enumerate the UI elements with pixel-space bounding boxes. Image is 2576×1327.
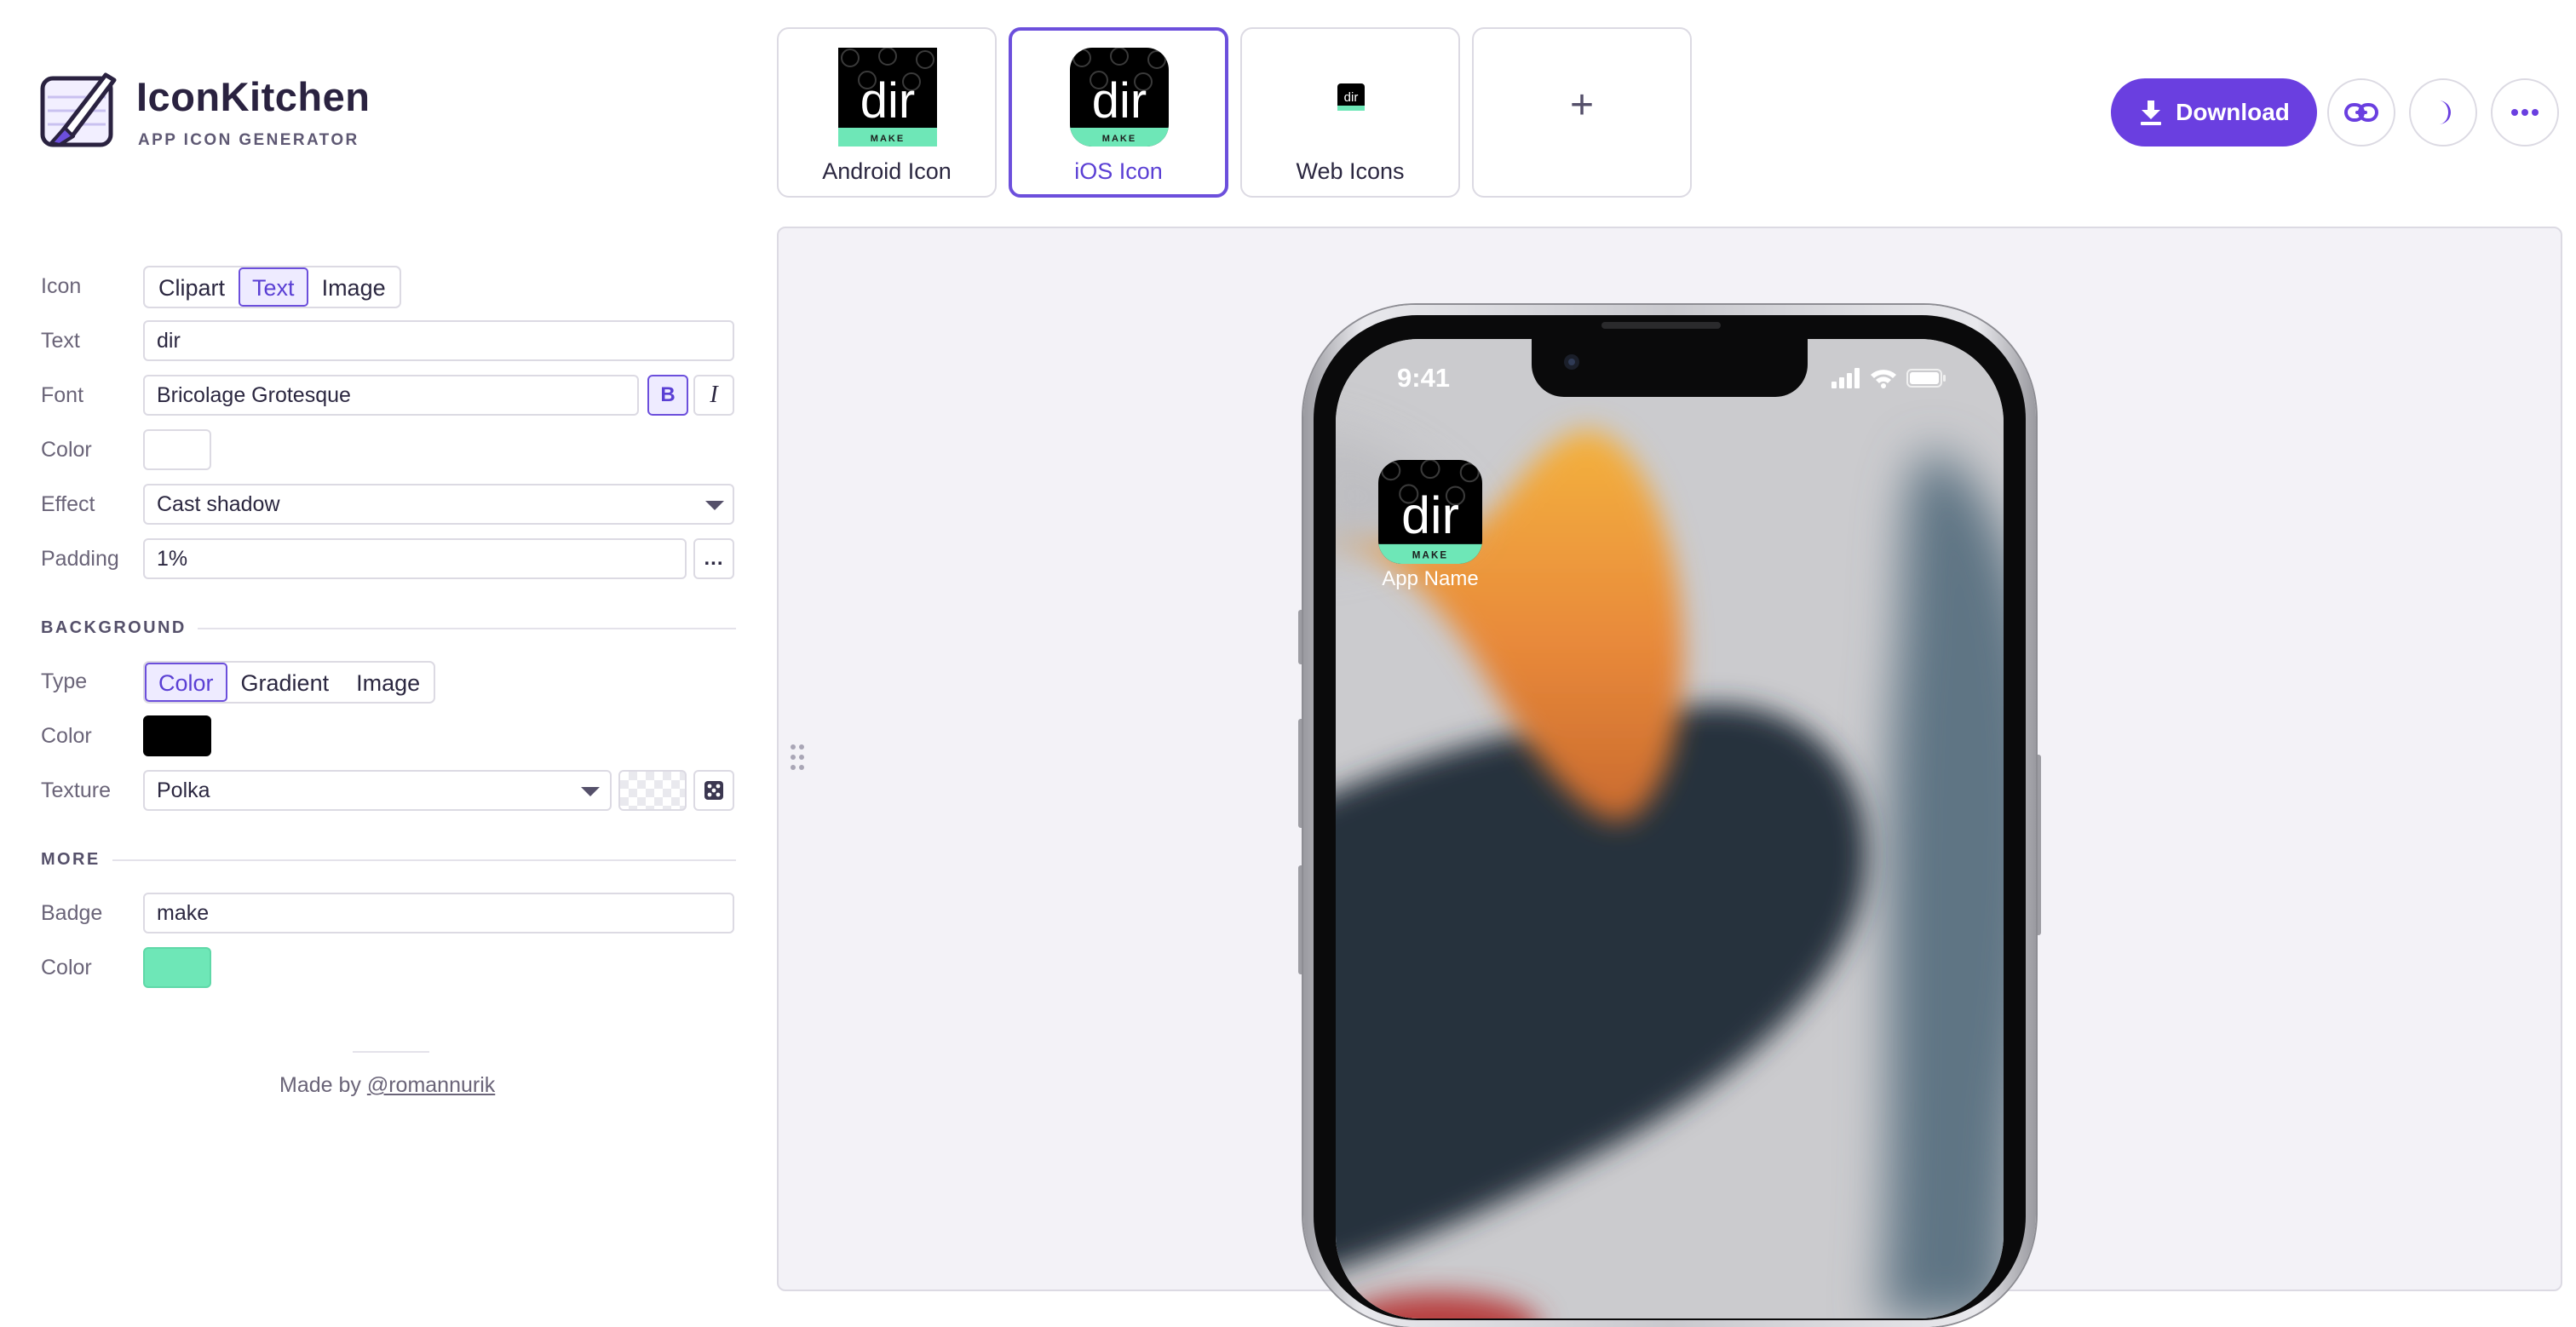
tab-add-new[interactable]: + [1472,27,1692,198]
text-label: Text [41,329,80,353]
svg-text:dir: dir [860,73,915,129]
tab-android-icon[interactable]: dir MAKE Android Icon [777,27,997,198]
svg-text:dir: dir [1092,73,1147,129]
svg-text:dir: dir [1344,90,1359,105]
moon-icon [2439,101,2451,124]
italic-toggle-button[interactable]: I [693,375,734,416]
wifi-icon [1871,370,1896,388]
app-title: IconKitchen [136,74,371,119]
share-link-button[interactable] [2327,78,2395,146]
ios-icon-preview: dir MAKE [1070,48,1169,146]
font-input[interactable]: Bricolage Grotesque [143,375,639,416]
badge-label: Badge [41,901,103,925]
tab-web-icons[interactable]: dir Web Icons [1240,27,1460,198]
iconkitchen-logo-icon [40,72,117,147]
android-icon-preview: dir MAKE [838,48,937,146]
tab-label: Web Icons [1296,158,1405,184]
status-time: 9:41 [1397,363,1451,393]
padding-label: Padding [41,547,119,571]
bold-toggle-button[interactable]: B [647,375,688,416]
effect-select[interactable]: Cast shadow [143,484,734,525]
font-label: Font [41,383,84,407]
background-section-title: BACKGROUND [41,618,187,637]
drag-handle-icon[interactable] [789,743,806,772]
bg-option-image[interactable]: Image [342,663,434,702]
cellular-signal-icon [1831,368,1860,388]
svg-text:MAKE: MAKE [1412,551,1448,561]
app-icon-preview[interactable]: dir MAKE [1378,460,1482,564]
footer-divider [353,1051,429,1053]
texture-preview-swatch[interactable] [618,770,687,811]
link-icon [2344,103,2378,122]
app-name-label: App Name [1382,567,1479,590]
icon-option-image[interactable]: Image [308,267,400,307]
color-label: Color [41,438,92,462]
icon-type-segmented: Clipart Text Image [143,266,401,308]
more-section-title: MORE [41,850,101,869]
badge-color-label: Color [41,956,92,979]
text-color-swatch[interactable] [143,429,211,470]
plus-icon: + [1569,83,1595,128]
made-by-label: Made by [279,1073,361,1097]
front-camera-icon [1564,354,1579,370]
svg-text:dir: dir [1401,486,1459,544]
tab-label: Android Icon [822,158,952,184]
bg-option-gradient[interactable]: Gradient [227,663,343,702]
dice-icon [704,781,723,800]
chevron-down-icon [705,501,724,510]
icon-option-text[interactable]: Text [239,267,308,307]
section-divider [198,628,736,629]
badge-input[interactable]: make [143,893,734,933]
theme-toggle-button[interactable] [2409,78,2477,146]
battery-icon [1906,369,1946,388]
padding-more-button[interactable]: ... [693,538,734,579]
padding-input[interactable]: 1% [143,538,687,579]
texture-select[interactable]: Polka [143,770,612,811]
more-horizontal-icon [2511,109,2539,116]
tab-ios-icon[interactable]: dir MAKE iOS Icon [1009,27,1228,198]
effect-label: Effect [41,492,95,516]
bg-type-segmented: Color Gradient Image [143,661,436,704]
more-options-button[interactable] [2491,78,2559,146]
icon-option-clipart[interactable]: Clipart [145,267,239,307]
bg-color-swatch[interactable] [143,715,211,756]
svg-text:MAKE: MAKE [1102,134,1136,144]
download-label: Download [2176,99,2290,125]
svg-text:MAKE: MAKE [871,134,905,144]
bg-option-color[interactable]: Color [145,663,227,702]
phone-speaker [1601,322,1721,329]
download-icon [2141,101,2162,125]
randomize-texture-button[interactable] [693,770,734,811]
tab-label: iOS Icon [1074,158,1163,184]
download-button[interactable]: Download [2111,78,2317,146]
bg-type-label: Type [41,669,88,693]
icon-label: Icon [41,274,82,298]
made-by-text: Made by @romannurik [279,1073,495,1098]
bg-color-label: Color [41,724,92,748]
app-subtitle: APP ICON GENERATOR [138,131,359,149]
texture-label: Texture [41,778,111,802]
section-divider [112,859,736,861]
badge-color-swatch[interactable] [143,947,211,988]
web-icon-preview: dir [1337,83,1365,111]
author-link[interactable]: @romannurik [367,1073,495,1097]
chevron-down-icon [581,787,600,796]
text-input[interactable]: dir [143,320,734,361]
